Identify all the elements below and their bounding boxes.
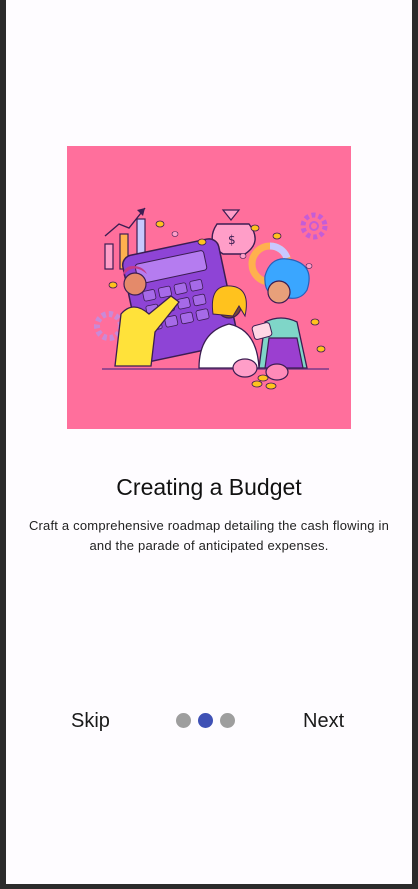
skip-button[interactable]: Skip [71, 705, 110, 737]
page-indicator [176, 713, 235, 729]
page-title: Creating a Budget [116, 474, 302, 500]
page-indicator-dot[interactable] [220, 713, 235, 728]
page-indicator-dot[interactable] [176, 713, 191, 728]
page-description: Craft a comprehensive roadmap detailing … [28, 518, 390, 553]
svg-text:$: $ [228, 233, 236, 247]
budget-illustration: $ [67, 146, 351, 429]
next-button[interactable]: Next [303, 705, 344, 737]
budget-team-illustration-icon: $ [94, 207, 329, 390]
onboarding-navigation: Skip Next [6, 705, 412, 737]
onboarding-screen: $ Creating a Budget Craft a comprehensiv… [6, 0, 412, 884]
page-indicator-dot-active[interactable] [198, 713, 213, 728]
